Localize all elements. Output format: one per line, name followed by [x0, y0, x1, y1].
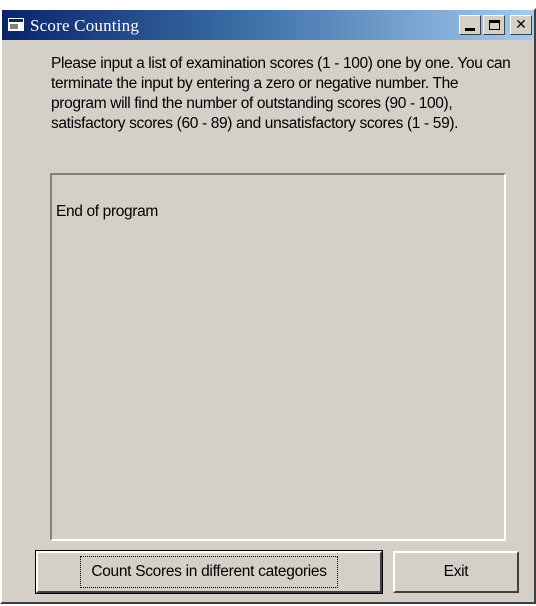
exit-label: Exit — [443, 563, 469, 580]
count-scores-button[interactable]: Count Scores in different categories — [35, 550, 383, 594]
output-box: End of program — [50, 173, 506, 541]
title-bar[interactable]: Score Counting ✕ — [2, 10, 534, 40]
output-text: End of program — [56, 203, 158, 220]
app-window: Score Counting ✕ Please input a list of … — [0, 8, 536, 604]
instructions-label: Please input a list of examination score… — [51, 55, 511, 132]
window-title: Score Counting — [30, 16, 140, 35]
maximize-icon — [488, 20, 500, 30]
exit-button[interactable]: Exit — [393, 551, 519, 593]
minimize-icon — [465, 28, 475, 31]
close-icon: ✕ — [515, 17, 527, 33]
close-button[interactable]: ✕ — [510, 15, 532, 35]
maximize-button[interactable] — [483, 15, 505, 35]
minimize-button[interactable] — [459, 15, 481, 35]
app-icon — [8, 18, 24, 31]
count-scores-label: Count Scores in different categories — [80, 556, 338, 588]
